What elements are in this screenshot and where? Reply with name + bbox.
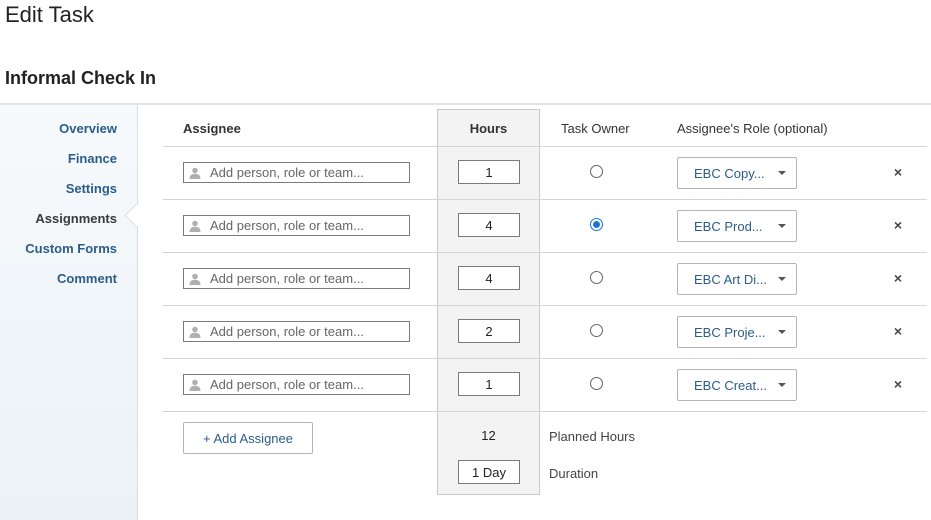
chevron-down-icon — [778, 383, 786, 387]
close-icon[interactable]: × — [891, 324, 905, 338]
assignee-input[interactable]: Add person, role or team... — [183, 268, 410, 289]
row-divider — [163, 358, 927, 359]
task-owner-radio[interactable] — [590, 324, 603, 337]
person-icon — [189, 326, 201, 338]
hours-column-header: Hours — [469, 121, 508, 136]
sidebar-item-finance[interactable]: Finance — [68, 151, 117, 166]
sidebar-item-assignments[interactable]: Assignments — [35, 211, 117, 226]
assignee-placeholder: Add person, role or team... — [210, 377, 364, 392]
sidebar-item-overview[interactable]: Overview — [59, 121, 117, 136]
assignee-input[interactable]: Add person, role or team... — [183, 321, 410, 342]
chevron-down-icon — [778, 277, 786, 281]
assignee-column-header: Assignee — [183, 121, 241, 136]
task-owner-radio[interactable] — [590, 377, 603, 390]
sidebar-item-comment[interactable]: Comment — [57, 271, 117, 286]
hours-input[interactable]: 1 — [458, 372, 520, 396]
assignee-placeholder: Add person, role or team... — [210, 324, 364, 339]
role-select[interactable]: EBC Art Di... — [677, 263, 797, 295]
role-column-header: Assignee's Role (optional) — [677, 121, 828, 136]
assignee-placeholder: Add person, role or team... — [210, 271, 364, 286]
close-icon[interactable]: × — [891, 377, 905, 391]
role-select[interactable]: EBC Proje... — [677, 316, 797, 348]
sidebar-item-custom-forms[interactable]: Custom Forms — [25, 241, 117, 256]
person-icon — [189, 273, 201, 285]
add-assignee-button[interactable]: + Add Assignee — [183, 422, 313, 454]
assignee-input[interactable]: Add person, role or team... — [183, 215, 410, 236]
row-divider — [163, 411, 927, 412]
role-select-value: EBC Copy... — [694, 165, 765, 181]
row-divider — [163, 252, 927, 253]
role-select[interactable]: EBC Creat... — [677, 369, 797, 401]
hours-input[interactable]: 1 — [458, 160, 520, 184]
task-owner-radio-selected[interactable] — [590, 218, 603, 231]
person-icon — [189, 379, 201, 391]
hours-input[interactable]: 2 — [458, 319, 520, 343]
assignee-placeholder: Add person, role or team... — [210, 165, 364, 180]
task-name: Informal Check In — [5, 68, 157, 88]
person-icon — [189, 167, 201, 179]
close-icon[interactable]: × — [891, 165, 905, 179]
hours-input[interactable]: 4 — [458, 266, 520, 290]
sidebar-item-settings[interactable]: Settings — [66, 181, 117, 196]
planned-hours-label: Planned Hours — [549, 429, 635, 444]
task-owner-radio[interactable] — [590, 271, 603, 284]
role-select-value: EBC Art Di... — [694, 271, 767, 287]
assignee-placeholder: Add person, role or team... — [210, 218, 364, 233]
role-select[interactable]: EBC Prod... — [677, 210, 797, 242]
chevron-down-icon — [778, 171, 786, 175]
sidebar: Overview Finance Settings Assignments Cu… — [0, 105, 138, 520]
chevron-down-icon — [778, 224, 786, 228]
close-icon[interactable]: × — [891, 271, 905, 285]
close-icon[interactable]: × — [891, 218, 905, 232]
row-divider — [163, 199, 927, 200]
person-icon — [189, 220, 201, 232]
assignee-input[interactable]: Add person, role or team... — [183, 374, 410, 395]
role-select[interactable]: EBC Copy... — [677, 157, 797, 189]
row-divider — [163, 305, 927, 306]
role-select-value: EBC Prod... — [694, 218, 763, 234]
assignee-input[interactable]: Add person, role or team... — [183, 162, 410, 183]
planned-hours-value: 12 — [481, 428, 496, 443]
row-divider — [163, 146, 927, 147]
chevron-down-icon — [778, 330, 786, 334]
role-select-value: EBC Creat... — [694, 377, 767, 393]
header-divider — [0, 103, 931, 105]
duration-input[interactable]: 1 Day — [458, 460, 520, 484]
task-owner-column-header: Task Owner — [561, 121, 630, 136]
duration-label: Duration — [549, 466, 599, 481]
task-owner-radio[interactable] — [590, 165, 603, 178]
page-title: Edit Task — [5, 2, 94, 27]
hours-input[interactable]: 4 — [458, 213, 520, 237]
role-select-value: EBC Proje... — [694, 324, 766, 340]
